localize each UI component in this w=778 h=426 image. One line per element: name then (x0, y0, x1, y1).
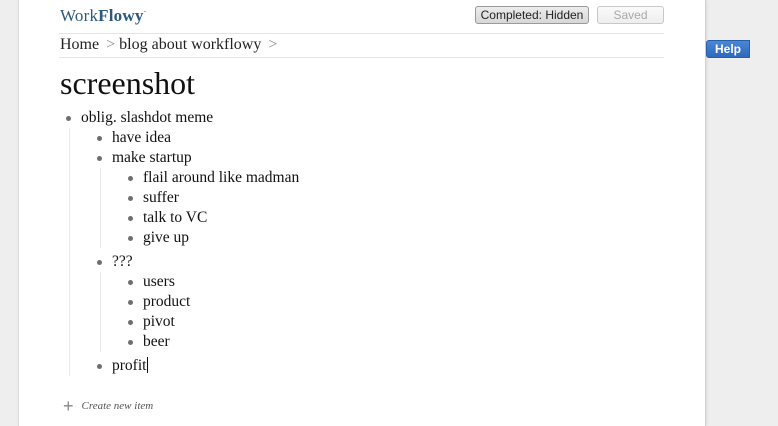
bullet-icon[interactable] (128, 236, 133, 241)
list-item[interactable]: have idea (97, 128, 171, 148)
list-item[interactable]: product (128, 292, 190, 312)
list-item[interactable]: oblig. slashdot meme (66, 108, 213, 128)
list-item-text[interactable]: have idea (112, 129, 171, 146)
list-item-text[interactable]: talk to VC (143, 209, 207, 226)
text-cursor (147, 357, 149, 373)
bullet-icon[interactable] (128, 280, 133, 285)
list-item-text[interactable]: flail around like madman (143, 169, 299, 186)
list-item[interactable]: profit (97, 356, 149, 376)
bullet-icon[interactable] (128, 340, 133, 345)
breadcrumb-separator: > (268, 36, 278, 53)
breadcrumb-blog-about-workflowy[interactable]: blog about workflowy (119, 36, 261, 53)
list-item[interactable]: give up (128, 228, 189, 248)
bullet-icon[interactable] (97, 136, 102, 141)
list-item-text[interactable]: beer (143, 333, 170, 350)
logo-mark: · (143, 6, 147, 17)
plus-icon: + (63, 396, 74, 416)
bullet-icon[interactable] (128, 176, 133, 181)
list-item[interactable]: ??? (97, 252, 133, 272)
list-item-text[interactable]: users (143, 273, 175, 290)
list-item[interactable]: users (128, 272, 175, 292)
logo-text-bold: Flowy (98, 6, 144, 25)
list-item-text[interactable]: pivot (143, 313, 175, 330)
indent-guide (100, 272, 101, 352)
list-item-text[interactable]: ??? (112, 253, 133, 270)
list-item-text[interactable]: oblig. slashdot meme (81, 109, 213, 126)
logo-text-regular: Work (60, 6, 99, 25)
list-item-text[interactable]: give up (143, 229, 189, 246)
list-item-text[interactable]: profit (112, 357, 146, 374)
bullet-icon[interactable] (128, 196, 133, 201)
breadcrumb-separator: > (106, 36, 116, 53)
saved-button[interactable]: Saved (597, 6, 664, 24)
page-title[interactable]: screenshot (60, 64, 195, 102)
breadcrumb-divider (59, 57, 664, 58)
breadcrumb: Home > blog about workflowy > (60, 36, 281, 54)
workflowy-logo[interactable]: WorkFlowy· (60, 6, 147, 26)
indent-guide (100, 168, 101, 248)
list-item-text[interactable]: suffer (143, 189, 179, 206)
header-divider (59, 33, 664, 34)
create-new-item-label: Create new item (81, 400, 154, 412)
bullet-icon[interactable] (97, 260, 102, 265)
breadcrumb-home[interactable]: Home (60, 36, 99, 53)
help-button[interactable]: Help (706, 40, 750, 58)
list-item[interactable]: flail around like madman (128, 168, 299, 188)
bullet-icon[interactable] (97, 156, 102, 161)
bullet-icon[interactable] (128, 216, 133, 221)
bullet-icon[interactable] (128, 320, 133, 325)
list-item[interactable]: beer (128, 332, 170, 352)
list-item-text[interactable]: product (143, 293, 190, 310)
list-item[interactable]: suffer (128, 188, 179, 208)
bullet-icon[interactable] (66, 116, 71, 121)
bullet-icon[interactable] (128, 300, 133, 305)
indent-guide (69, 128, 70, 376)
list-item-text[interactable]: make startup (112, 149, 192, 166)
bullet-icon[interactable] (97, 364, 102, 369)
list-item[interactable]: talk to VC (128, 208, 207, 228)
completed-toggle-button[interactable]: Completed: Hidden (475, 6, 589, 24)
list-item[interactable]: pivot (128, 312, 175, 332)
workflowy-page: WorkFlowy· Completed: Hidden Saved Home >… (18, 0, 706, 426)
list-item[interactable]: make startup (97, 148, 192, 168)
create-new-item-button[interactable]: + Create new item (63, 396, 153, 417)
